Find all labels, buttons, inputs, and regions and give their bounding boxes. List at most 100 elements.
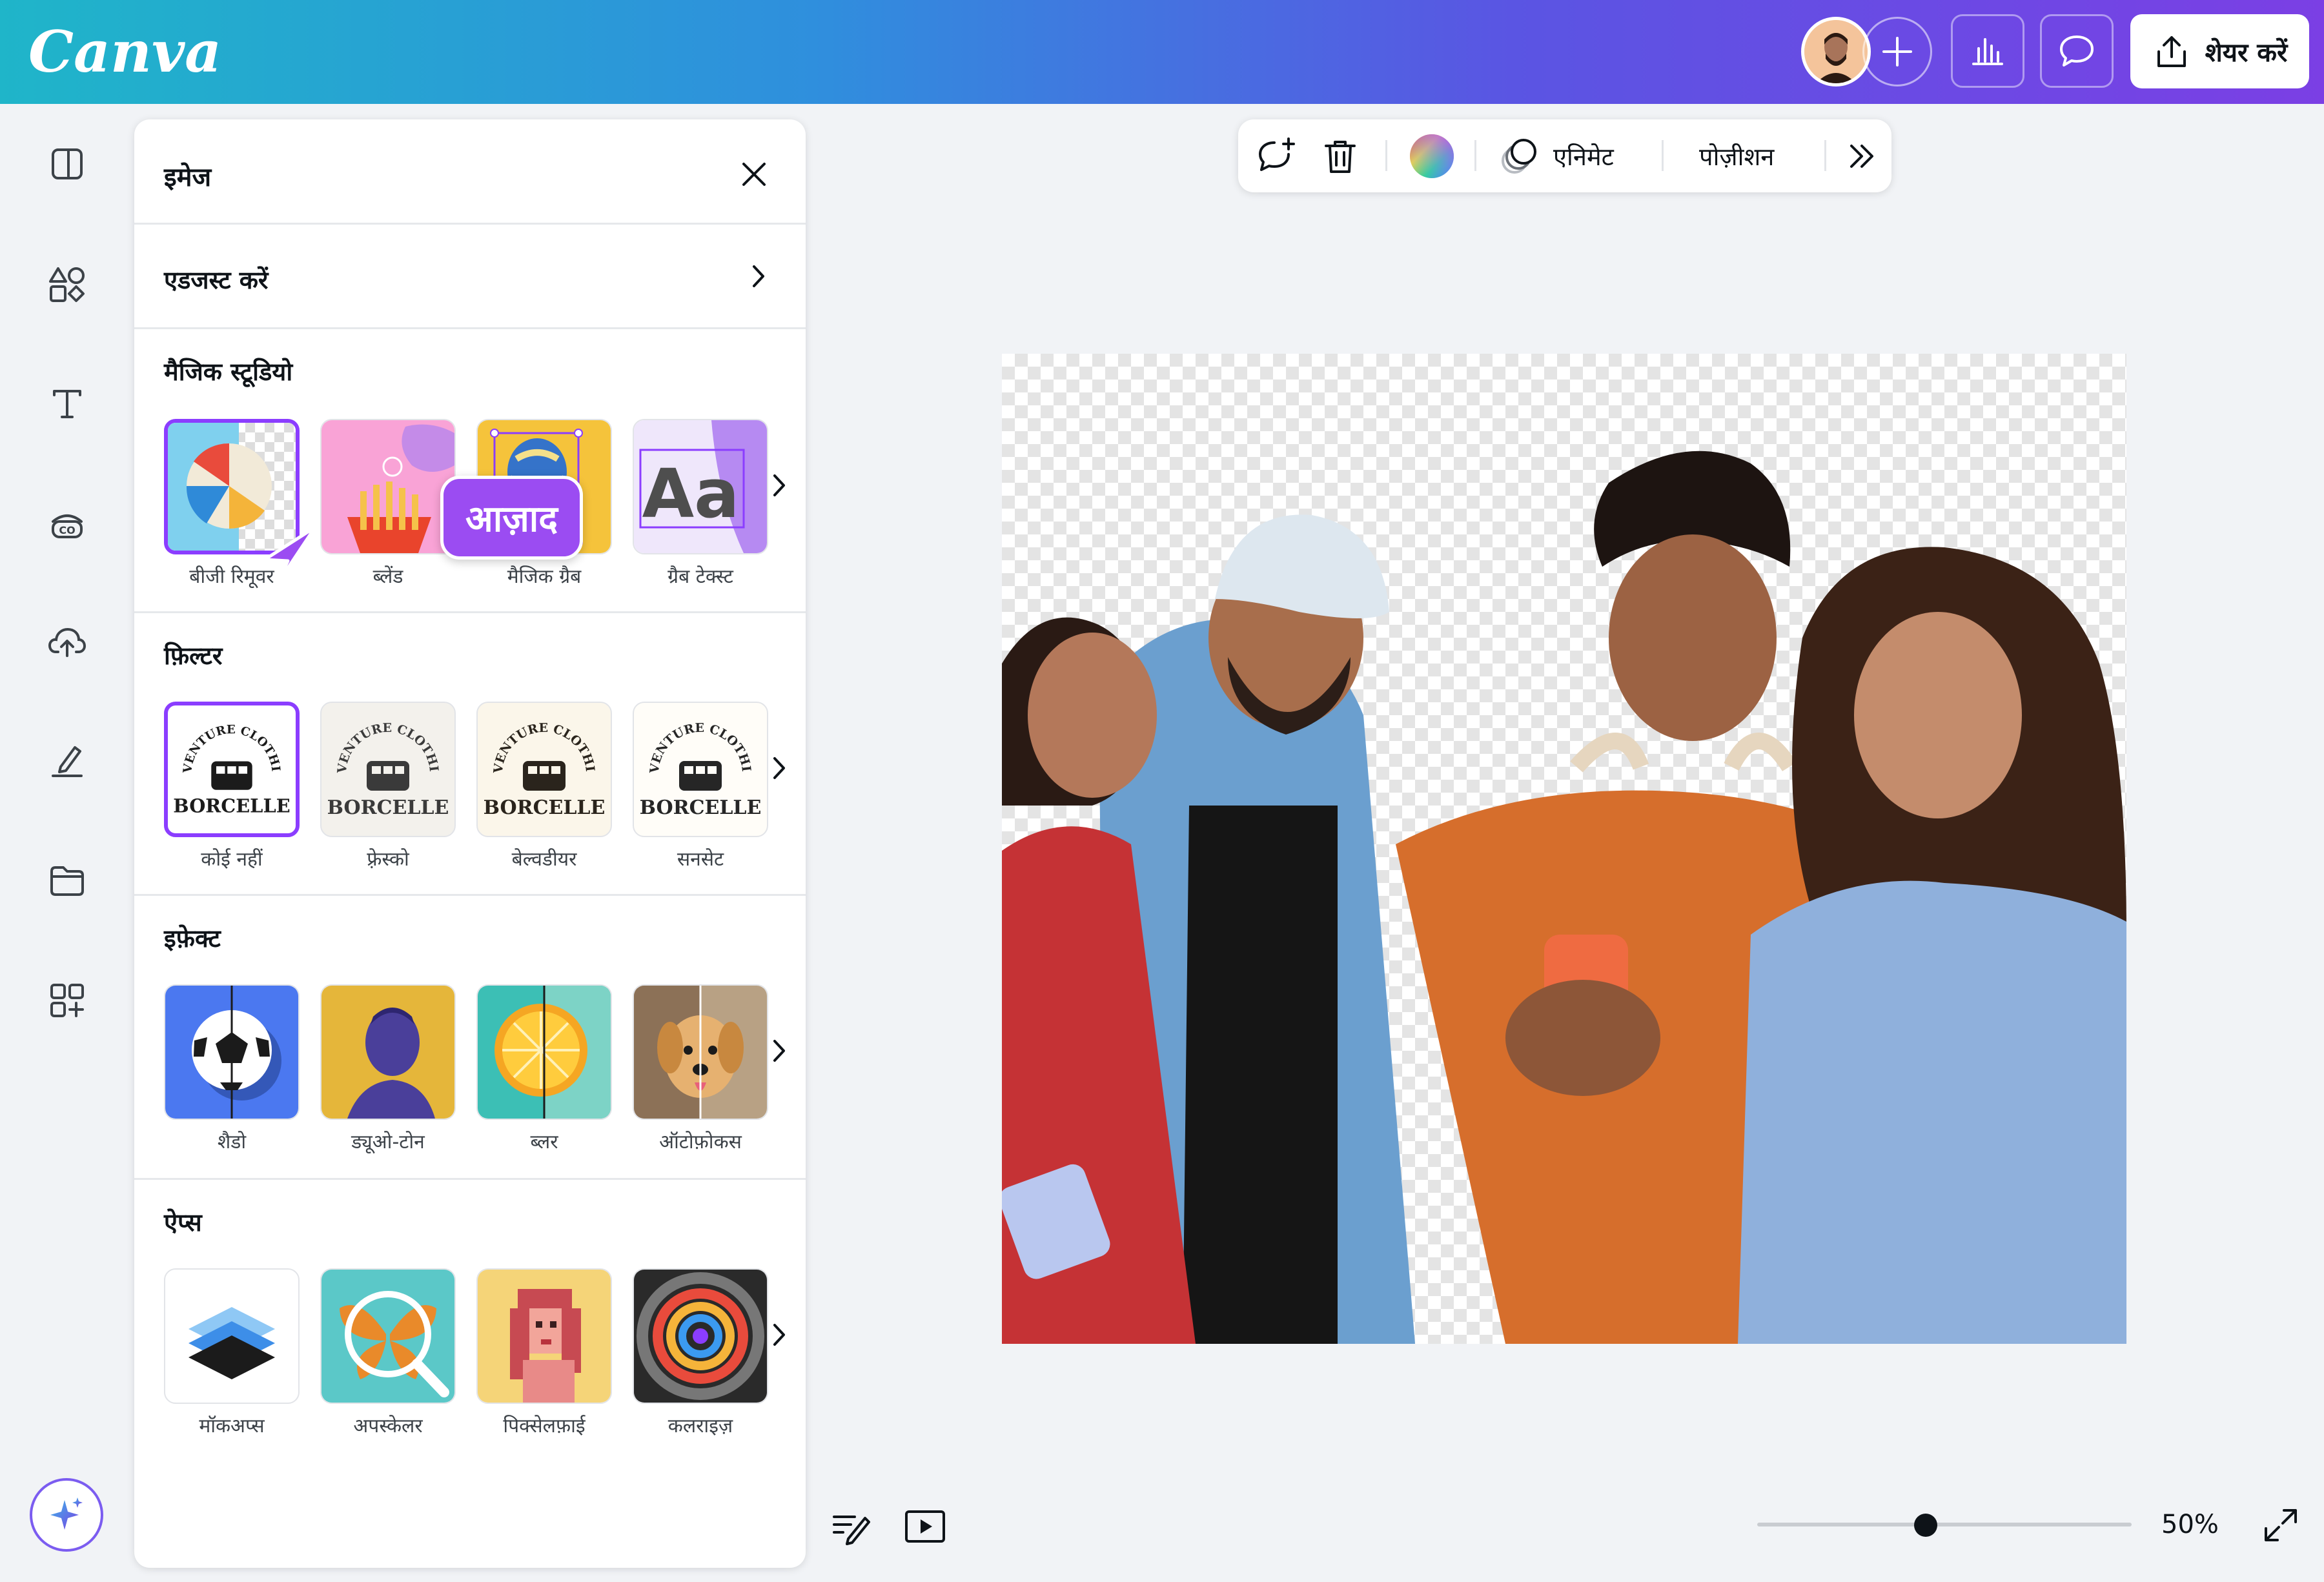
- separator: [1385, 140, 1387, 171]
- trash-icon: [1325, 140, 1356, 173]
- logo-text: BORCELLE: [640, 796, 762, 819]
- divider: [134, 327, 806, 329]
- effect-duotone-tile[interactable]: [320, 984, 456, 1120]
- zoom-slider[interactable]: [1757, 1523, 2132, 1526]
- app-mockups-tile[interactable]: [164, 1268, 300, 1404]
- position-button[interactable]: पोज़ीशन: [1699, 119, 1774, 192]
- draw-icon: [52, 746, 83, 777]
- comments-button[interactable]: [2040, 14, 2114, 88]
- people-photo[interactable]: [1002, 354, 2126, 1344]
- rail-draw-button[interactable]: [43, 736, 92, 785]
- chevron-right-icon[interactable]: [763, 1319, 795, 1351]
- plus-icon: [1882, 37, 1912, 66]
- divider: [134, 611, 806, 613]
- animate-label: एनिमेट: [1553, 142, 1614, 171]
- magic-sparkle-icon: [50, 1497, 83, 1530]
- rail-uploads-button[interactable]: [43, 617, 92, 666]
- rail-elements-button[interactable]: [43, 259, 92, 309]
- animate-icon: [1502, 138, 1536, 174]
- fullscreen-button[interactable]: [2259, 1504, 2302, 1547]
- share-label: शेयर करें: [2205, 38, 2288, 68]
- zoom-slider-thumb[interactable]: [1914, 1514, 1937, 1537]
- close-icon[interactable]: [735, 155, 773, 194]
- animate-button[interactable]: एनिमेट: [1499, 119, 1614, 192]
- projects-icon: [50, 866, 84, 896]
- separator: [1824, 140, 1826, 171]
- insights-icon: [1972, 38, 2003, 65]
- effect-autofocus-tile[interactable]: [633, 984, 768, 1120]
- logo-text: BORCELLE: [327, 796, 449, 819]
- tile-label: कलराइज़: [668, 1415, 733, 1437]
- blend-tile[interactable]: [320, 419, 456, 554]
- apps-icon: [50, 984, 84, 1017]
- chevron-right-icon[interactable]: [763, 752, 795, 784]
- text-icon: [53, 390, 81, 418]
- filters-title: फ़िल्टर: [164, 642, 223, 670]
- canva-logo[interactable]: Canva: [28, 18, 221, 85]
- chevron-right-icon[interactable]: [763, 469, 795, 502]
- share-button[interactable]: शेयर करें: [2130, 14, 2309, 88]
- effect-blur-tile[interactable]: [476, 984, 612, 1120]
- panel-title: इमेज: [164, 163, 212, 192]
- app-upscaler-tile[interactable]: [320, 1268, 456, 1404]
- tile-label: शैडो: [217, 1131, 247, 1153]
- tile-label: मॉकअप्स: [199, 1415, 265, 1437]
- zoom-level[interactable]: 50%: [2161, 1510, 2219, 1539]
- filter-none-tile[interactable]: ADVENTURE CLOTHING BORCELLE: [164, 702, 300, 837]
- color-picker-button[interactable]: [1407, 119, 1456, 192]
- user-avatar[interactable]: [1801, 17, 1871, 86]
- add-collaborator-button[interactable]: [1862, 17, 1932, 86]
- logo-text: BORCELLE: [484, 796, 606, 819]
- tile-label: ग्रैब टेक्स्ट: [668, 565, 733, 588]
- insights-button[interactable]: [1951, 14, 2024, 88]
- app-pixelify-tile[interactable]: [476, 1268, 612, 1404]
- filter-sunset-tile[interactable]: ADVENTURE CLOTHING BORCELLE: [633, 702, 768, 837]
- tile-label: अपस्केलर: [353, 1415, 423, 1437]
- cursor-arrow-icon: [263, 525, 317, 587]
- divider: [134, 1178, 806, 1180]
- filter-belvedere-tile[interactable]: ADVENTURE CLOTHING BORCELLE: [476, 702, 612, 837]
- tile-label: ब्लर: [530, 1131, 558, 1153]
- double-chevron-right-icon: [1850, 144, 1873, 168]
- effect-shadow-tile[interactable]: [164, 984, 300, 1120]
- present-button[interactable]: [902, 1504, 948, 1549]
- comment-add-icon: [1259, 137, 1295, 171]
- chevron-right-icon[interactable]: [763, 1035, 795, 1067]
- rail-design-button[interactable]: [43, 139, 92, 188]
- tile-label: पिक्सेलफ़ाई: [503, 1415, 586, 1437]
- tile-label: सनसेट: [677, 848, 724, 871]
- app-colorize-tile[interactable]: [633, 1268, 768, 1404]
- rail-brand-button[interactable]: CO: [43, 498, 92, 547]
- adjust-row[interactable]: एडजस्ट करें: [134, 224, 806, 327]
- apps-title: ऐप्स: [164, 1208, 202, 1237]
- add-comment-button[interactable]: [1255, 119, 1298, 192]
- position-label: पोज़ीशन: [1699, 142, 1775, 171]
- delete-button[interactable]: [1321, 119, 1360, 192]
- svg-text:CO: CO: [59, 524, 75, 536]
- tile-label: मैजिक ग्रैब: [507, 565, 582, 588]
- uploads-icon: [48, 627, 87, 657]
- brand-icon: CO: [52, 514, 83, 538]
- tile-label: ऑटोफ़ोकस: [659, 1131, 742, 1153]
- tile-label: बेल्वडीयर: [511, 848, 577, 871]
- effects-title: इफ़ेक्ट: [164, 924, 221, 953]
- grab-text-tile[interactable]: Aa: [633, 419, 768, 554]
- image-panel: इमेज एडजस्ट करें मैजिक स्टूडियो बीजी रिम…: [134, 119, 806, 1568]
- rail-text-button[interactable]: [43, 378, 92, 427]
- logo-text: BORCELLE: [173, 795, 290, 816]
- tile-label: कोई नहीं: [201, 848, 263, 871]
- notes-button[interactable]: [829, 1504, 874, 1549]
- more-options-button[interactable]: [1844, 119, 1880, 192]
- chevron-right-icon: [753, 265, 764, 287]
- rail-projects-button[interactable]: [43, 856, 92, 905]
- effects-row: शैडो ड्यूओ-टोन ब्लर ऑटोफ़ोकस: [164, 984, 797, 1153]
- filter-fresco-tile[interactable]: ADVENTURE CLOTHING BORCELLE: [320, 702, 456, 837]
- apps-row: मॉकअप्स अपस्केलर पिक्सेलफ़ाई कलराइज़: [164, 1268, 797, 1437]
- rail-apps-button[interactable]: [43, 976, 92, 1025]
- free-badge: आज़ाद: [440, 476, 584, 560]
- design-canvas[interactable]: [1002, 354, 2126, 1344]
- grab-text-art: Aa: [642, 454, 740, 533]
- tile-label: ब्लेंड: [372, 565, 403, 588]
- magic-assistant-button[interactable]: [30, 1478, 103, 1552]
- comment-icon: [2060, 35, 2094, 66]
